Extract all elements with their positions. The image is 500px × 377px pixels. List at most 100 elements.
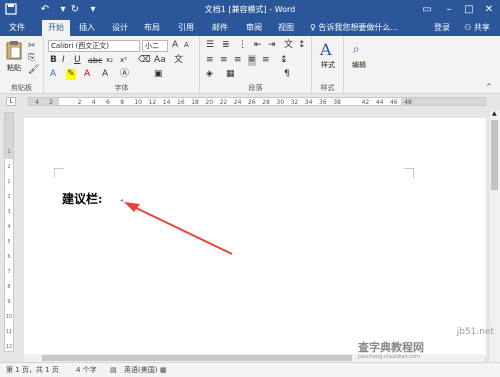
justify-icon[interactable]: ≡ [248, 55, 256, 66]
proofing-icon[interactable]: ▤ [110, 363, 117, 377]
sort-icon[interactable]: ↕ [298, 40, 306, 51]
phonetic-guide-icon[interactable]: 文 [174, 55, 183, 66]
italic-icon[interactable]: I [62, 55, 65, 66]
format-painter-icon[interactable]: 🖌 [28, 65, 39, 76]
line-spacing-icon[interactable]: ↨ [280, 55, 288, 66]
copy-icon[interactable]: ⎘ [28, 53, 35, 64]
borders-icon[interactable]: ▦ [226, 69, 235, 80]
sign-in-link[interactable]: 登录 [430, 20, 454, 36]
page-count[interactable]: 第 1 页，共 1 页 [6, 363, 59, 377]
font-size-select[interactable]: 小二 [142, 40, 168, 52]
tab-mailings[interactable]: 邮件 [206, 20, 234, 36]
clear-formatting-icon[interactable]: ⌫ [138, 55, 151, 66]
numbering-icon[interactable]: ≣ [222, 40, 230, 51]
tab-references[interactable]: 引用 [172, 20, 200, 36]
paste-button[interactable]: 粘贴 [4, 40, 24, 78]
ruler-number: 10 [134, 99, 143, 106]
tab-layout[interactable]: 布局 [138, 20, 166, 36]
vruler-number: 8 [7, 284, 11, 290]
font-color-icon[interactable]: A [84, 69, 90, 80]
tab-design[interactable]: 设计 [106, 20, 134, 36]
language-status[interactable]: 英语(美国) [124, 363, 157, 377]
tell-me-placeholder: 告诉我您想要做什么... [318, 23, 399, 32]
ruler-number: 14 [162, 99, 171, 106]
horizontal-scroll-thumb[interactable] [42, 355, 352, 361]
watermark-domain: jb51.net [456, 327, 494, 337]
ruler-number: 26 [248, 99, 256, 106]
decrease-indent-icon[interactable]: ⇤ [254, 40, 262, 51]
tab-file[interactable]: 文件 [4, 20, 30, 36]
vertical-scroll-thumb[interactable] [491, 120, 498, 190]
highlight-icon[interactable]: ✎ [66, 69, 76, 80]
tab-home[interactable]: 开始 [42, 20, 70, 36]
bullets-icon[interactable]: ☰ [206, 40, 214, 51]
ribbon-display-options-icon[interactable]: ▭ [418, 2, 436, 18]
font-name-select[interactable]: Calibri (西文正文) [48, 40, 140, 52]
ruler-number: 44 [375, 99, 384, 106]
scroll-up-icon[interactable]: ▲ [492, 110, 497, 117]
superscript-icon[interactable]: x² [120, 55, 127, 66]
minimize-icon[interactable]: – [440, 2, 458, 18]
ruler-number: 2 [49, 99, 54, 106]
increase-indent-icon[interactable]: ⇥ [268, 40, 276, 51]
status-bar: 第 1 页，共 1 页 4 个字 ▤ 英语(美国) ▦ [0, 362, 500, 377]
styles-group-label: 样式 [320, 84, 335, 92]
document-page[interactable]: 建议栏: ◂ [24, 118, 486, 356]
char-border-icon[interactable]: ▣ [154, 69, 163, 80]
multilevel-list-icon[interactable]: ⋮ [238, 40, 247, 51]
vruler-number: 7 [7, 269, 11, 275]
underline-icon[interactable]: U [74, 55, 81, 66]
share-label: 共享 [473, 23, 490, 32]
watermark-brand-part1: 查字典 [358, 341, 391, 354]
cut-icon[interactable]: ✂ [28, 41, 36, 52]
title-bar: ↶ ▾ ↻ ▾ 文档1 [兼容模式] - Word ▭ – □ ✕ [0, 0, 500, 20]
vruler-number: 1 [7, 149, 11, 155]
align-left-icon[interactable]: ≡ [206, 55, 214, 66]
paragraph-group: ☰ ≣ ⋮ ⇤ ⇥ 文 ↕ ≡ ≡ ≡ ≡ ≡ ↨ ◈ ▦ ¶ 段落 [200, 36, 312, 94]
ruler-bar[interactable]: 4 2 2 4 6 8 10 12 14 16 18 20 22 24 26 28 30 32 34 36 38 42 44… [28, 97, 487, 106]
vruler-number: 5 [7, 239, 11, 245]
tell-me-box[interactable]: ♀ 告诉我您想要做什么... [310, 20, 420, 36]
strikethrough-icon[interactable]: abc [88, 55, 102, 66]
enclose-char-icon[interactable]: Ⓐ [120, 69, 129, 80]
distributed-icon[interactable]: ≡ [262, 55, 270, 66]
chinese-layout-icon[interactable]: 文 [284, 40, 293, 51]
macro-icon[interactable]: ▦ [160, 363, 167, 377]
word-count[interactable]: 4 个字 [76, 363, 97, 377]
subscript-icon[interactable]: x₂ [106, 55, 113, 66]
ruler-number: 12 [148, 99, 157, 106]
editing-group: ⌕ 编辑 [344, 36, 374, 94]
document-body-text[interactable]: 建议栏: [62, 190, 102, 207]
text-effects-icon[interactable]: A [50, 69, 56, 80]
align-center-icon[interactable]: ≡ [220, 55, 228, 66]
vruler-number: 9 [7, 299, 11, 305]
change-case-icon[interactable]: Aa [154, 55, 166, 66]
tab-insert[interactable]: 插入 [74, 20, 100, 36]
ruler-number: 36 [319, 99, 327, 106]
vertical-scrollbar[interactable]: ▲ [490, 110, 500, 362]
ruler-right-margin [401, 98, 487, 105]
margin-corner-mark [54, 168, 64, 178]
horizontal-ruler: L 4 2 2 4 6 8 10 12 14 16 18 20 22 24 26 28 30 32 34 36 38 42… [0, 94, 500, 108]
tab-view[interactable]: 视图 [272, 20, 300, 36]
shrink-font-icon[interactable]: A [184, 40, 189, 51]
maximize-icon[interactable]: □ [460, 2, 478, 18]
paragraph-group-label: 段落 [248, 84, 263, 92]
bold-icon[interactable]: B [50, 55, 57, 66]
vruler-number: 12 [5, 344, 13, 350]
styles-button[interactable]: A 样式 [314, 40, 342, 76]
shading-icon[interactable]: ◈ [206, 69, 213, 80]
vruler-number: 1 [7, 179, 11, 185]
tab-selector[interactable]: L [6, 97, 16, 106]
collapse-ribbon-icon[interactable]: ^ [486, 82, 492, 93]
align-right-icon[interactable]: ≡ [234, 55, 242, 66]
close-icon[interactable]: ✕ [480, 2, 498, 18]
editing-button[interactable]: ⌕ 编辑 [346, 40, 372, 76]
share-button[interactable]: ⚇ 共享 [458, 20, 496, 36]
char-shading-icon[interactable]: A [102, 69, 108, 80]
show-marks-icon[interactable]: ¶ [284, 69, 290, 80]
red-arrow-annotation [124, 202, 233, 255]
watermark-url: jiaocheng.chazidian.com [358, 354, 420, 360]
tab-review[interactable]: 审阅 [240, 20, 268, 36]
grow-font-icon[interactable]: A [172, 40, 178, 51]
